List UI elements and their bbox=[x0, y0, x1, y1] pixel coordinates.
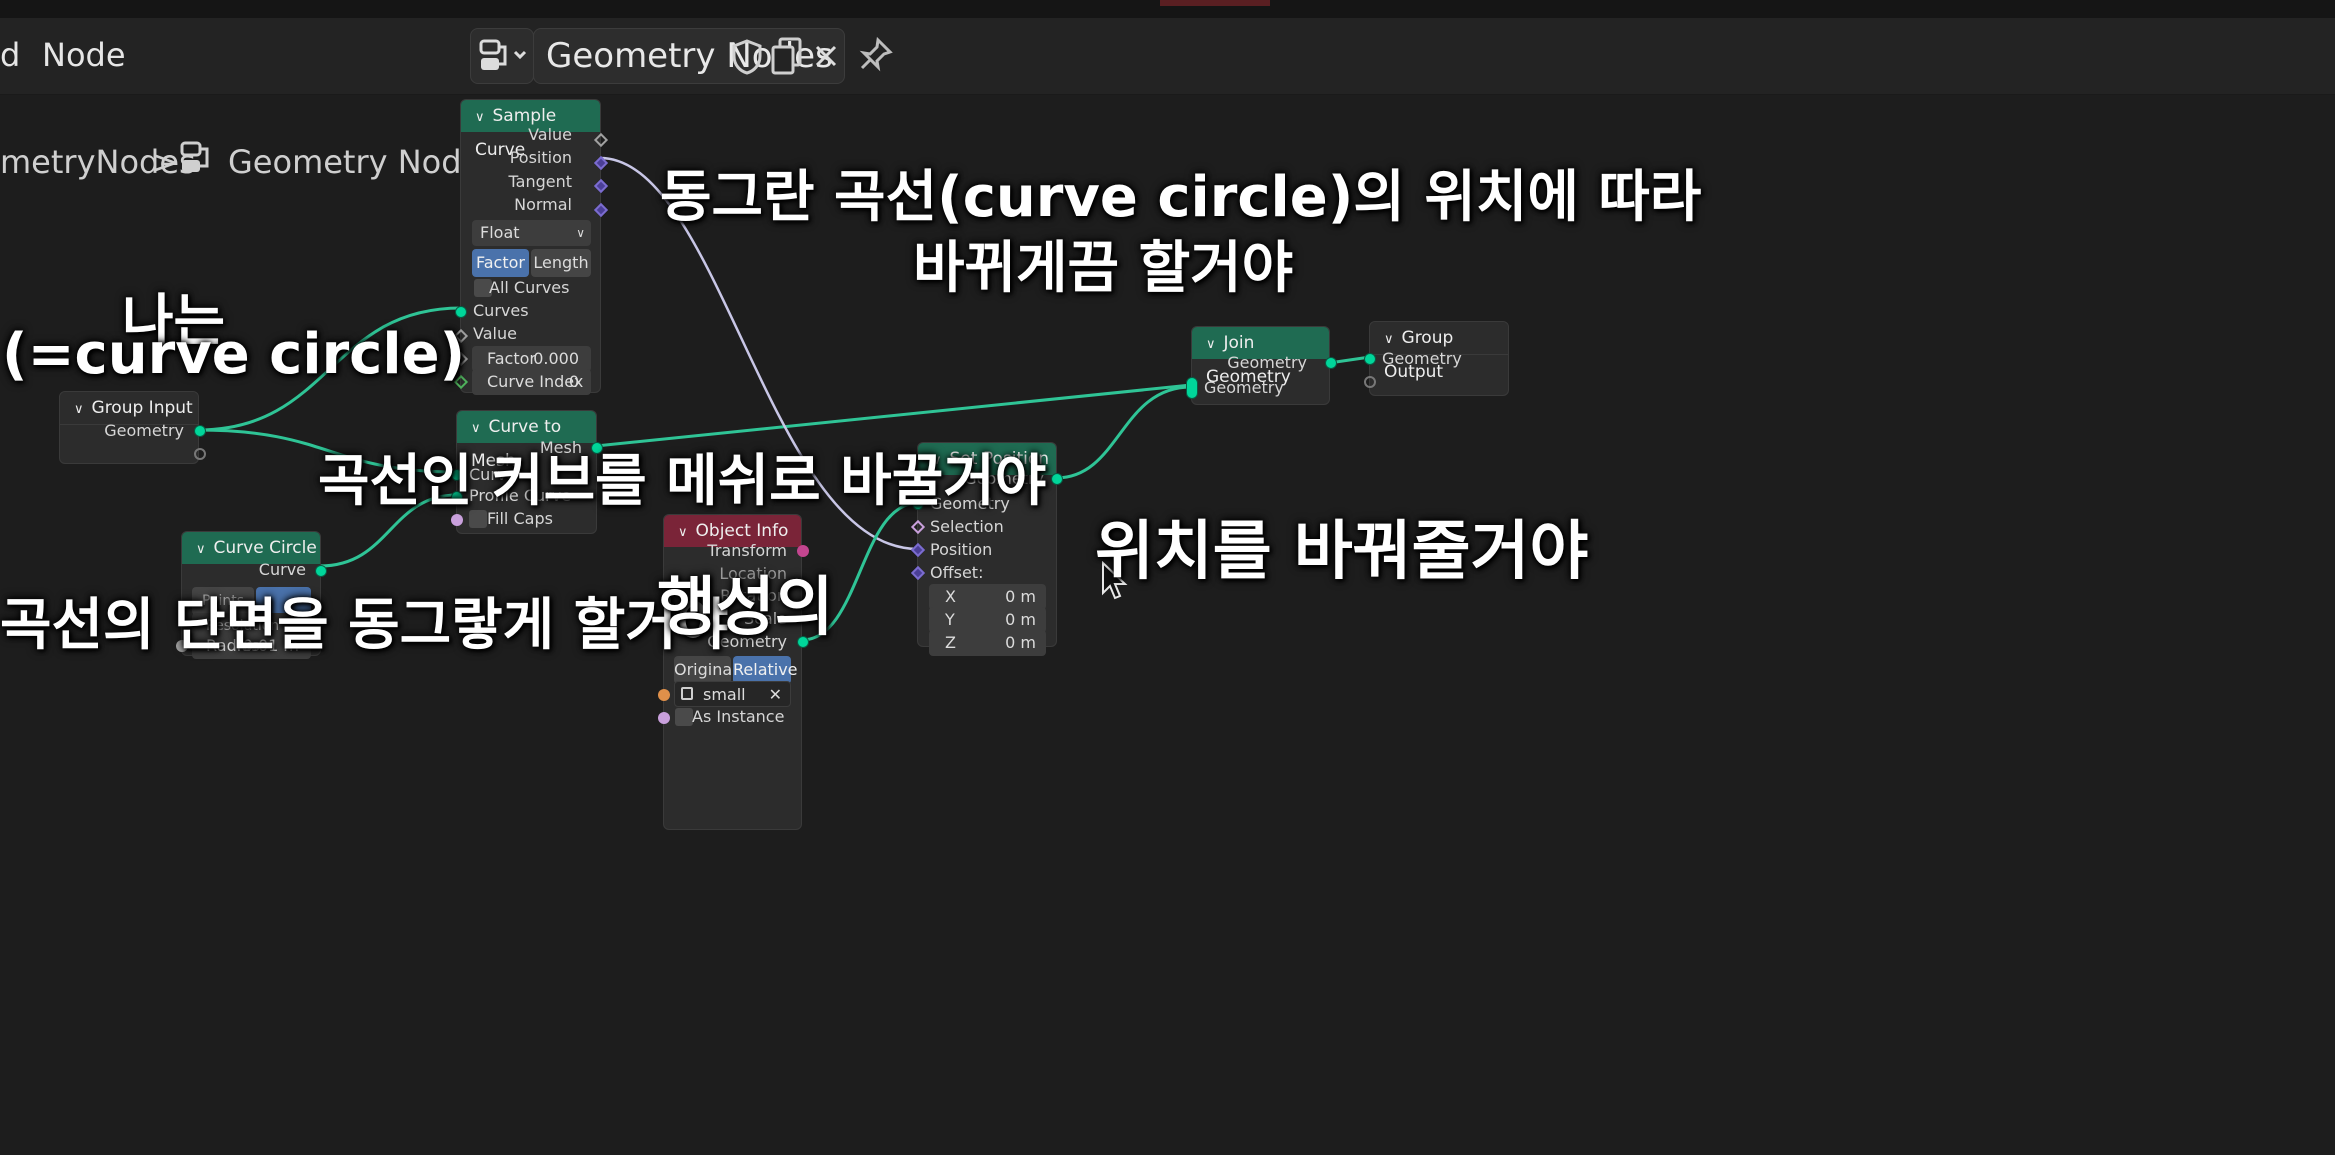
pin-icon[interactable] bbox=[858, 36, 894, 76]
output-position: Position bbox=[509, 148, 572, 167]
caption-line-8: 위치를 바꿔줄거야 bbox=[1095, 515, 1589, 589]
menu-node[interactable]: Node bbox=[42, 36, 126, 74]
dropdown-chevron-icon: ∨ bbox=[576, 226, 585, 240]
node-sample-curve[interactable]: ∨ Sample Curve Value Position Tangent Nor… bbox=[453, 99, 609, 395]
editor-type-dropdown[interactable] bbox=[470, 28, 534, 84]
mode-factor-button[interactable]: Factor bbox=[472, 249, 529, 277]
unlink-close-icon[interactable] bbox=[812, 42, 840, 70]
caption-line-2: 바뀌게끔 할거야 bbox=[913, 236, 1294, 301]
caption-line-4: (=curve circle) bbox=[2, 322, 466, 387]
fake-user-shield-icon[interactable] bbox=[730, 38, 764, 76]
node-editor-header: d Node Geometry Nodes bbox=[0, 18, 2335, 95]
relative-button[interactable]: Relative bbox=[733, 656, 798, 684]
node-title: Group Input bbox=[91, 398, 193, 418]
data-type-select[interactable]: Float ∨ bbox=[472, 220, 591, 246]
socket-geometry-out[interactable] bbox=[1051, 473, 1063, 485]
input-offset: Offset: bbox=[930, 563, 984, 582]
caption-line-5: 곡선인 커브를 메쉬로 바꿀거야 bbox=[318, 449, 1047, 514]
input-geometry: Geometry bbox=[1382, 349, 1462, 368]
node-title: Curve Circle bbox=[213, 538, 317, 558]
input-value: Value bbox=[473, 324, 517, 343]
curve-index-field[interactable]: Curve Index 0 bbox=[472, 369, 591, 395]
node-join-geometry[interactable]: ∨ Join Geometry Geometry Geometry bbox=[1186, 326, 1337, 405]
caption-line-6: 곡선의 단면을 동그랗게 할거야 bbox=[0, 593, 729, 658]
duplicate-icon[interactable] bbox=[770, 36, 804, 76]
offset-z-value: 0 m bbox=[1005, 633, 1036, 652]
socket-curves-in[interactable] bbox=[455, 306, 467, 318]
curve-index-value: 0 bbox=[568, 372, 579, 391]
mode-length-button[interactable]: Length bbox=[531, 249, 591, 277]
offset-z-field[interactable]: Z 0 m bbox=[929, 630, 1046, 656]
menu-view[interactable]: d bbox=[0, 36, 20, 74]
node-group-output[interactable]: ∨ Group Output Geometry bbox=[1364, 321, 1509, 396]
socket-object-in[interactable] bbox=[658, 689, 670, 701]
socket-empty-in[interactable] bbox=[1364, 376, 1376, 388]
node-tree-icon bbox=[479, 39, 527, 70]
caption-line-1: 동그란 곡선(curve circle)의 위치에 따라 bbox=[660, 165, 1702, 230]
socket-as-instance-in[interactable] bbox=[658, 712, 670, 724]
object-icon bbox=[681, 687, 693, 700]
socket-geometry-in[interactable] bbox=[1364, 353, 1376, 365]
output-normal: Normal bbox=[514, 195, 572, 214]
socket-geometry-out[interactable] bbox=[194, 425, 206, 437]
window-tab-accent bbox=[1160, 0, 1270, 6]
socket-curve-out[interactable] bbox=[315, 565, 327, 577]
as-instance-label: As Instance bbox=[692, 707, 785, 726]
link-set-position-to-join bbox=[1055, 385, 1192, 480]
offset-z-label: Z bbox=[945, 633, 956, 652]
output-geometry: Geometry bbox=[1227, 353, 1307, 372]
data-type-value: Float bbox=[480, 223, 520, 242]
socket-geometry-multi-in[interactable] bbox=[1186, 377, 1198, 399]
window-top-strip bbox=[0, 0, 2335, 18]
node-group-input[interactable]: ∨ Group Input Geometry bbox=[59, 391, 206, 464]
caption-line-7: 행성의 bbox=[657, 571, 834, 645]
socket-empty-out[interactable] bbox=[194, 448, 206, 460]
input-geometry: Geometry bbox=[1204, 378, 1284, 397]
socket-geometry-out[interactable] bbox=[1325, 357, 1337, 369]
output-geometry: Geometry bbox=[104, 421, 184, 440]
